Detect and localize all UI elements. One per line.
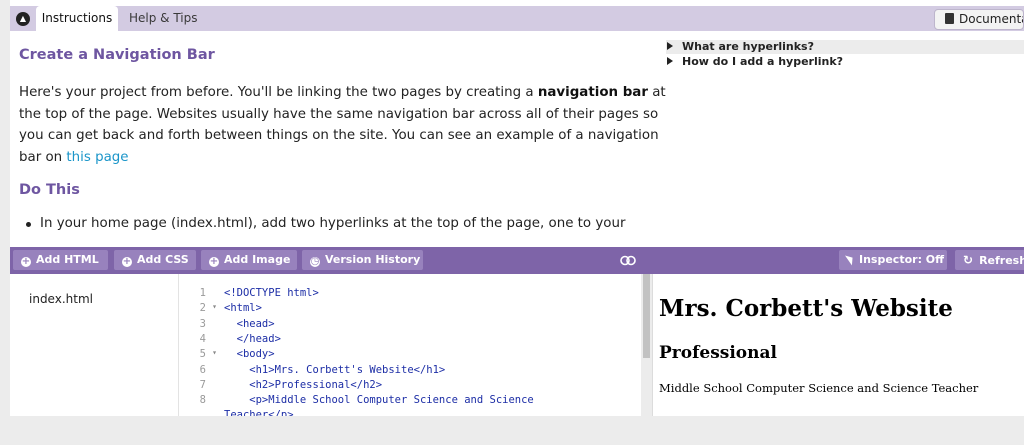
instructions-title: Create a Navigation Bar <box>19 47 215 63</box>
line-number-text: 7 <box>199 378 206 391</box>
line-number-text: 3 <box>199 317 206 330</box>
faq-label: What are hyperlinks? <box>682 40 814 53</box>
line-number-text: 6 <box>199 363 206 376</box>
clock-icon: ◷ <box>310 256 320 267</box>
version-history-button[interactable]: ◷ Version History <box>302 250 423 270</box>
tab-instructions[interactable]: Instructions <box>36 6 118 31</box>
code-line[interactable]: <html> <box>224 302 262 314</box>
code-editor[interactable]: 1 <!DOCTYPE html> 2 ▾ <html> 3 <head> 4 </head… <box>179 274 641 416</box>
instructions-tab-bar: ▲ Instructions Help & Tips Documenta <box>10 6 1024 31</box>
tab-help-and-tips[interactable]: Help & Tips <box>129 6 198 31</box>
file-item-index-html[interactable]: index.html <box>29 292 93 306</box>
faq-label: How do I add a hyperlink? <box>682 55 844 68</box>
refresh-button[interactable]: ↻ Refresh <box>955 250 1024 270</box>
cursor-icon <box>845 252 856 266</box>
do-this-heading: Do This <box>19 182 80 198</box>
expand-triangle-icon <box>667 42 673 50</box>
plus-icon: + <box>21 256 31 267</box>
instructions-panel: Create a Navigation Bar Here's your proj… <box>10 31 1024 236</box>
code-line[interactable]: Teacher</p> <box>224 409 294 416</box>
paragraph-text: Here's your project from before. You'll … <box>19 85 538 100</box>
app-frame: ▲ Instructions Help & Tips Documenta Cre… <box>10 0 1024 416</box>
version-history-label: Version History <box>325 253 421 266</box>
preview-heading-1: Mrs. Corbett's Website <box>659 295 953 322</box>
faq-what-are-hyperlinks[interactable]: What are hyperlinks? <box>666 40 1024 54</box>
inspector-label: Inspector: Off <box>859 253 945 266</box>
line-number-text: 8 <box>199 394 206 407</box>
documentation-button[interactable]: Documenta <box>934 9 1024 30</box>
file-list: index.html <box>10 274 179 416</box>
link-icon[interactable] <box>620 255 636 266</box>
resize-handle[interactable] <box>560 239 574 254</box>
code-line[interactable]: <p>Middle School Computer Science and Sc… <box>224 394 533 406</box>
scrollbar-thumb[interactable] <box>643 274 650 358</box>
code-line[interactable]: <h1>Mrs. Corbett's Website</h1> <box>224 364 445 376</box>
line-number-text: 1 <box>199 287 206 299</box>
book-icon <box>945 13 954 24</box>
preview-paragraph: Middle School Computer Science and Scien… <box>659 381 979 395</box>
add-css-label: Add CSS <box>137 253 189 266</box>
editor-toolbar: + Add HTML + Add CSS + Add Image ◷ Version H… <box>10 247 1024 274</box>
bullet-dot <box>26 222 31 227</box>
line-number-text: 4 <box>199 332 206 345</box>
code-line[interactable]: </head> <box>224 333 281 345</box>
instruction-bullet: In your home page (index.html), add two … <box>40 216 626 231</box>
fold-arrow-icon[interactable]: ▾ <box>212 348 217 357</box>
code-line[interactable]: <!DOCTYPE html> <box>224 287 319 299</box>
instructions-paragraph: Here's your project from before. You'll … <box>19 82 669 168</box>
plus-icon: + <box>122 256 132 267</box>
faq-how-add-hyperlink[interactable]: How do I add a hyperlink? <box>666 55 1024 69</box>
inspector-toggle-button[interactable]: Inspector: Off <box>839 250 947 270</box>
add-html-label: Add HTML <box>36 253 99 266</box>
paragraph-bold-text: navigation bar <box>537 85 648 100</box>
preview-heading-2: Professional <box>659 343 777 363</box>
fold-arrow-icon[interactable]: ▾ <box>212 302 217 311</box>
code-line[interactable]: <h2>Professional</h2> <box>224 379 382 391</box>
code-scrollbar[interactable] <box>641 274 652 416</box>
add-image-button[interactable]: + Add Image <box>201 250 297 270</box>
this-page-link[interactable]: this page <box>66 150 128 165</box>
documentation-label: Documenta <box>959 12 1024 26</box>
refresh-icon: ↻ <box>963 253 974 267</box>
expand-triangle-icon <box>667 57 673 65</box>
line-number-text: 2 <box>199 302 206 315</box>
preview-pane: Mrs. Corbett's Website Professional Midd… <box>652 274 1024 416</box>
refresh-label: Refresh <box>979 254 1024 267</box>
code-line[interactable]: <body> <box>224 348 275 360</box>
add-css-button[interactable]: + Add CSS <box>114 250 196 270</box>
code-line[interactable]: <head> <box>224 318 275 330</box>
line-number-text: 5 <box>199 348 206 361</box>
plus-icon: + <box>209 256 219 267</box>
collapse-panel-icon[interactable]: ▲ <box>16 12 30 26</box>
add-image-label: Add Image <box>224 253 291 266</box>
add-html-button[interactable]: + Add HTML <box>13 250 108 270</box>
